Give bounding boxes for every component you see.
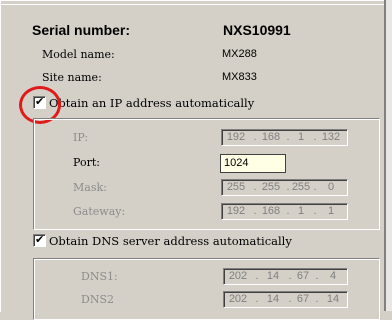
gateway-octet-3: 1 [297,205,305,217]
gateway-octet-2: 168 [261,205,281,217]
dns1-octet-1: 202 [228,270,248,282]
gateway-field[interactable]: 192 . 168 . 1 . 1 [221,203,348,220]
mask-octet-3: 255 [291,181,311,193]
ip-address-field[interactable]: 192 . 168 . 1 . 132 [221,129,348,146]
serial-number-label: Serial number: [32,22,131,38]
dns2-octet-4: 14 [326,293,340,305]
obtain-dns-auto-label[interactable]: Obtain DNS server address automatically [49,234,292,248]
dns2-octet-2: 14 [266,293,280,305]
model-name-label: Model name: [42,48,115,61]
gateway-octet-4: 1 [327,205,335,217]
dns1-octet-4: 4 [329,270,337,282]
ip-octet-1: 192 [226,131,246,143]
dns1-label: DNS1: [81,270,118,283]
gateway-label: Gateway: [73,205,126,218]
obtain-dns-auto-checkbox[interactable]: ✔ [33,233,46,247]
ip-octet-2: 168 [261,131,281,143]
dns1-octet-3: 67 [296,270,310,282]
port-label: Port: [73,156,100,169]
port-input[interactable]: 1024 [220,154,286,173]
panel-top-highlight [0,4,384,5]
dns2-octet-1: 202 [228,293,248,305]
dns1-field[interactable]: 202 . 14 . 67 . 4 [223,268,348,285]
mask-octet-2: 255 [261,181,281,193]
mask-label: Mask: [73,181,107,194]
dns2-octet-3: 67 [296,293,310,305]
checkmark-icon: ✔ [35,233,45,246]
ip-octet-4: 132 [321,131,341,143]
model-name-value: MX288 [222,48,257,60]
obtain-ip-auto-label[interactable]: Obtain an IP address automatically [49,96,254,110]
gateway-octet-1: 192 [226,205,246,217]
mask-octet-1: 255 [226,181,246,193]
dns1-octet-2: 14 [266,270,280,282]
ip-label: IP: [73,131,89,144]
mask-field[interactable]: 255 . 255 . 255 . 0 [221,179,348,196]
dns2-field[interactable]: 202 . 14 . 67 . 14 [223,291,348,308]
site-name-label: Site name: [42,71,102,84]
window-background [386,0,392,311]
mask-octet-4: 0 [327,181,335,193]
serial-number-value: NXS10991 [223,22,291,38]
site-name-value: MX833 [222,71,257,83]
ip-octet-3: 1 [297,131,305,143]
dns2-label: DNS2 [81,293,114,306]
